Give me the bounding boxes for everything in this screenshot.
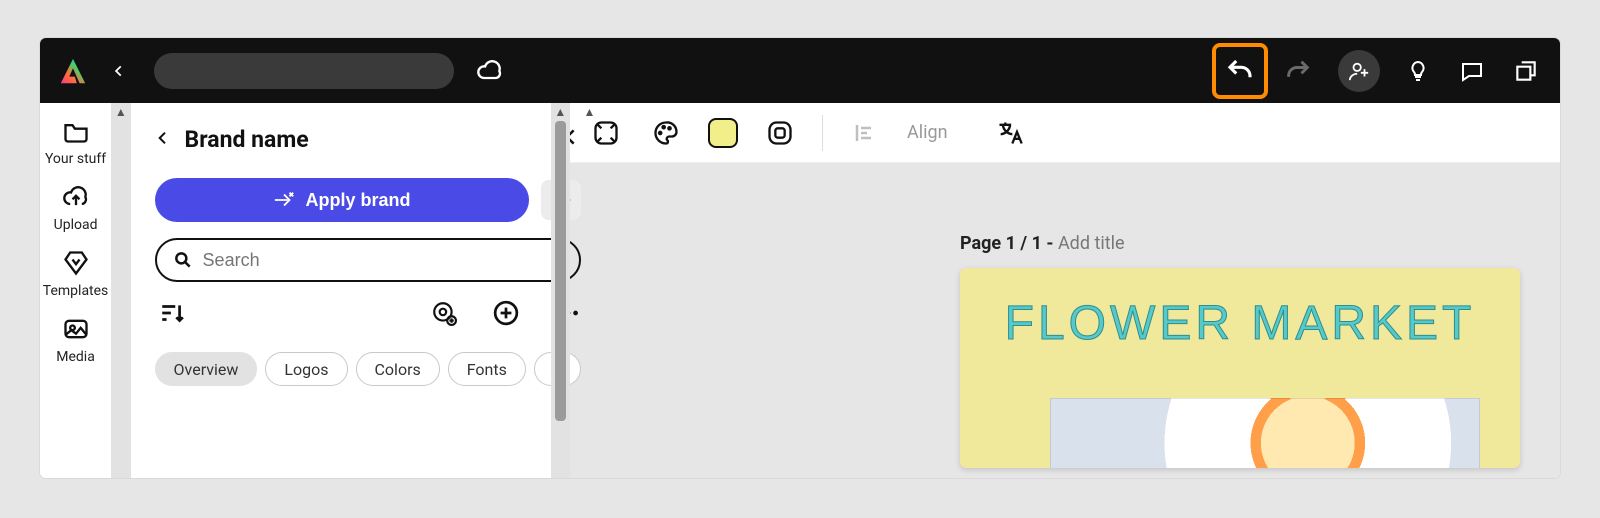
hint-icon[interactable] <box>1402 55 1434 87</box>
brand-search[interactable] <box>155 238 582 282</box>
add-title-placeholder[interactable]: Add title <box>1058 233 1125 254</box>
canvas-area: Align Page 1 / 1 - Add title FLOWER MARK… <box>570 103 1560 478</box>
add-image-button[interactable] <box>431 300 457 330</box>
context-toolbar: Align <box>570 103 1560 163</box>
rail-scrollbar[interactable]: ▲ <box>111 103 130 478</box>
page-indicator[interactable]: Page 1 / 1 - Add title <box>960 233 1520 254</box>
rail-upload-label: Upload <box>54 217 98 233</box>
search-icon <box>173 250 193 270</box>
brand-search-input[interactable] <box>203 250 564 271</box>
brand-tabs: Overview Logos Colors Fonts T <box>155 352 582 386</box>
palette-icon[interactable] <box>648 115 684 151</box>
back-button[interactable] <box>102 54 136 88</box>
apply-brand-label: Apply brand <box>305 190 410 211</box>
panel-scrollbar[interactable]: ▲ <box>551 103 570 478</box>
share-icon[interactable] <box>1510 55 1542 87</box>
chip-overview[interactable]: Overview <box>155 352 258 386</box>
undo-button[interactable] <box>1212 43 1268 99</box>
redo-button[interactable] <box>1282 55 1314 87</box>
chip-logos[interactable]: Logos <box>265 352 347 386</box>
align-label: Align <box>907 122 948 143</box>
app-logo-icon <box>58 56 88 86</box>
sort-button[interactable] <box>159 300 185 330</box>
artboard-heading[interactable]: FLOWER MARKET <box>984 296 1496 351</box>
resize-icon[interactable] <box>588 115 624 151</box>
left-rail: Your stuff Upload Templates Media <box>40 103 111 478</box>
rail-templates-label: Templates <box>43 283 109 299</box>
align-icon[interactable] <box>847 115 883 151</box>
scroll-up-icon: ▲ <box>111 103 130 121</box>
artboard[interactable]: FLOWER MARKET <box>960 268 1520 468</box>
scroll-up-icon: ▲ <box>551 103 570 121</box>
invite-user-button[interactable] <box>1338 50 1380 92</box>
rail-upload[interactable]: Upload <box>54 183 98 233</box>
panel-title: Brand name <box>185 126 540 153</box>
cloud-sync-icon[interactable] <box>474 55 506 87</box>
panel-scroll-thumb[interactable] <box>555 121 566 421</box>
rail-templates[interactable]: Templates <box>43 249 109 299</box>
toolbar-separator <box>822 115 823 151</box>
outline-icon[interactable] <box>762 115 798 151</box>
brand-panel: Brand name Apply brand <box>131 103 551 478</box>
rail-media[interactable]: Media <box>56 315 95 365</box>
comment-icon[interactable] <box>1456 55 1488 87</box>
chip-fonts[interactable]: Fonts <box>448 352 526 386</box>
panel-back-button[interactable] <box>155 130 171 150</box>
page-number: Page 1 / 1 - <box>960 233 1058 254</box>
rail-your-stuff[interactable]: Your stuff <box>45 117 106 167</box>
artboard-image[interactable] <box>1050 398 1480 468</box>
rail-media-label: Media <box>56 349 95 365</box>
topbar <box>40 38 1560 103</box>
fill-color-swatch[interactable] <box>708 118 738 148</box>
chip-colors[interactable]: Colors <box>356 352 440 386</box>
translate-icon[interactable] <box>992 115 1028 151</box>
add-button[interactable] <box>493 300 519 330</box>
apply-brand-button[interactable]: Apply brand <box>155 178 530 222</box>
document-title-input[interactable] <box>154 53 454 89</box>
rail-your-stuff-label: Your stuff <box>45 151 106 167</box>
